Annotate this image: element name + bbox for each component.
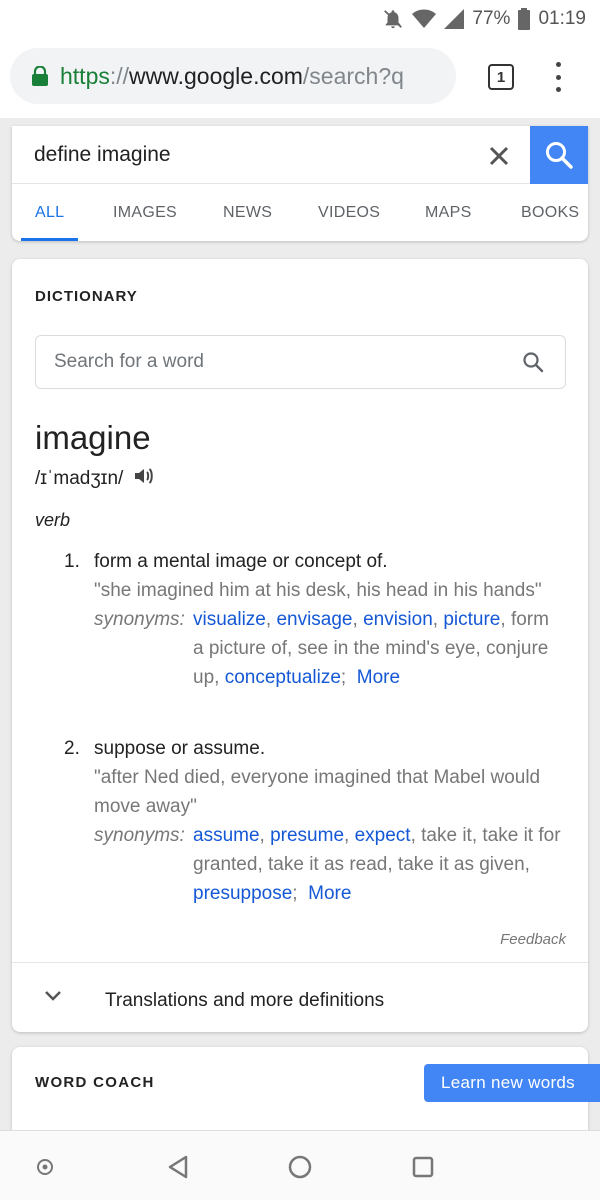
- translations-label: Translations and more definitions: [105, 990, 385, 1011]
- search-header: define imagine ALL IMAGES NEWS VIDEOS MA…: [12, 126, 588, 241]
- synonym-link[interactable]: presume: [270, 825, 344, 846]
- phonetic: /ɪˈmadʒɪn/: [35, 468, 124, 489]
- url-host: www.google.com: [129, 62, 303, 89]
- tab-all[interactable]: ALL: [20, 184, 79, 241]
- definition: suppose or assume.: [94, 738, 266, 759]
- recents-icon[interactable]: [409, 1153, 437, 1181]
- search-box[interactable]: define imagine: [12, 126, 588, 184]
- sense-2: 2. suppose or assume. "after Ned died, e…: [64, 734, 564, 909]
- search-tabs: ALL IMAGES NEWS VIDEOS MAPS BOOKS: [12, 184, 588, 241]
- synonym-link[interactable]: presuppose: [193, 883, 292, 904]
- url-path: /search?q: [302, 62, 404, 89]
- synonym-link[interactable]: expect: [355, 825, 411, 846]
- battery-icon: [518, 8, 531, 30]
- chevron-down-icon: [44, 989, 62, 1007]
- feedback-link[interactable]: Feedback: [500, 931, 566, 948]
- synonym-link[interactable]: envision: [363, 609, 433, 630]
- clear-icon[interactable]: [486, 143, 512, 169]
- url-scheme: https: [60, 62, 110, 89]
- search-icon[interactable]: [522, 351, 544, 378]
- pronunciation-row: /ɪˈmadʒɪn/: [35, 465, 155, 493]
- headword: imagine: [35, 419, 151, 456]
- tab-maps[interactable]: MAPS: [425, 184, 472, 241]
- search-query[interactable]: define imagine: [34, 143, 171, 167]
- notifications-off-icon: [382, 8, 404, 30]
- dictionary-heading: DICTIONARY: [35, 288, 138, 305]
- example: "she imagined him at his desk, his head …: [94, 580, 542, 601]
- search-button[interactable]: [530, 126, 588, 184]
- synonym: see in the mind's eye: [297, 638, 476, 659]
- learn-new-words-button[interactable]: Learn new words: [424, 1064, 600, 1102]
- example: "after Ned died, everyone imagined that …: [94, 767, 541, 817]
- battery-percent: 77%: [472, 8, 511, 29]
- synonym: take it as read: [268, 854, 388, 875]
- back-icon[interactable]: [164, 1153, 192, 1181]
- tab-videos[interactable]: VIDEOS: [318, 184, 380, 241]
- url-separator: ://: [109, 62, 130, 89]
- cell-signal-icon: [444, 9, 465, 29]
- clock: 01:19: [538, 8, 586, 29]
- synonym-link[interactable]: assume: [193, 825, 260, 846]
- home-icon[interactable]: [286, 1153, 314, 1181]
- synonyms-label: synonyms:: [94, 609, 185, 630]
- sense-number: 1.: [64, 551, 80, 572]
- more-synonyms-link[interactable]: More: [308, 883, 351, 904]
- wifi-icon: [412, 9, 437, 29]
- part-of-speech: verb: [35, 510, 71, 530]
- synonym: take it as given: [397, 854, 525, 875]
- more-synonyms-link[interactable]: More: [357, 667, 400, 688]
- synonym-link[interactable]: picture: [443, 609, 500, 630]
- synonym: take it: [421, 825, 472, 846]
- tab-news[interactable]: NEWS: [223, 184, 272, 241]
- browser-toolbar: https://www.google.com/search?q 1: [0, 38, 600, 118]
- word-search-field[interactable]: [35, 335, 566, 389]
- search-icon: [546, 142, 573, 169]
- sense-number: 2.: [64, 738, 80, 759]
- synonym-link[interactable]: envisage: [276, 609, 352, 630]
- menu-icon[interactable]: [548, 62, 568, 92]
- translations-expander[interactable]: Translations and more definitions: [12, 962, 588, 1032]
- assistant-icon[interactable]: [31, 1153, 59, 1181]
- synonyms: synonyms: visualize, envisage, envision,…: [94, 605, 564, 692]
- word-coach-card: WORD COACH Learn new words: [12, 1047, 600, 1137]
- navigation-bar: [0, 1130, 600, 1200]
- synonyms: synonyms: assume, presume, expect, take …: [94, 821, 564, 908]
- synonyms-label: synonyms:: [94, 825, 185, 846]
- status-bar: 77% 01:19: [0, 0, 600, 38]
- lock-icon: [32, 66, 48, 86]
- address-bar[interactable]: https://www.google.com/search?q: [10, 48, 456, 104]
- tab-switcher-button[interactable]: 1: [488, 64, 514, 90]
- definition: form a mental image or concept of.: [94, 551, 388, 572]
- dictionary-card: DICTIONARY imagine /ɪˈmadʒɪn/ verb 1. fo…: [12, 259, 588, 1032]
- sense-1: 1. form a mental image or concept of. "s…: [64, 547, 564, 722]
- speaker-icon[interactable]: [133, 465, 155, 493]
- synonym-link[interactable]: conceptualize: [225, 667, 341, 688]
- tab-books[interactable]: BOOKS: [521, 184, 579, 241]
- word-search-input[interactable]: [54, 348, 494, 376]
- word-coach-title: WORD COACH: [35, 1074, 155, 1091]
- synonym-link[interactable]: visualize: [193, 609, 266, 630]
- tab-images[interactable]: IMAGES: [113, 184, 177, 241]
